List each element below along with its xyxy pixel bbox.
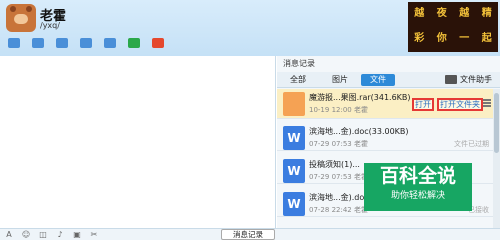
word-file-icon: W bbox=[283, 192, 305, 216]
scrollbar[interactable] bbox=[493, 89, 500, 228]
file-meta: 07-28 22:42 老霍 bbox=[309, 206, 368, 214]
microphone-icon bbox=[8, 38, 20, 48]
open-folder-button[interactable]: 打开文件夹 bbox=[437, 98, 483, 111]
banner-char: 彩 bbox=[414, 33, 425, 44]
file-helper-button[interactable]: 文件助手 bbox=[445, 74, 492, 85]
add-app-button[interactable] bbox=[124, 35, 144, 51]
panel-title: 消息记录 bbox=[283, 59, 315, 68]
file-list-item[interactable]: W 滨海地...金).doc(33.00KB) 07-29 07:53 老霍 文件已过… bbox=[277, 123, 493, 151]
tab-files[interactable]: 文件 bbox=[361, 74, 395, 86]
open-file-button[interactable]: 打开 bbox=[412, 98, 434, 111]
top-toolbar bbox=[4, 34, 168, 52]
file-status: 文件已过期 bbox=[454, 140, 489, 148]
banner-ad[interactable]: 越夜越精彩你一起 bbox=[408, 2, 498, 52]
add-app-icon bbox=[128, 38, 140, 48]
file-name: 投稿须知(1)... bbox=[309, 160, 360, 169]
apps-grid-button[interactable] bbox=[148, 35, 168, 51]
scrollbar-thumb[interactable] bbox=[494, 93, 499, 153]
archive-file-icon bbox=[283, 92, 305, 116]
scissors-icon[interactable]: ✂ bbox=[88, 230, 100, 240]
window-header: 老霍 /yxq/ 越夜越精彩你一起 bbox=[0, 0, 500, 56]
avatar[interactable] bbox=[6, 4, 36, 32]
file-meta: 07-29 07:53 老霍 bbox=[309, 173, 368, 181]
banner-char: 越 bbox=[459, 8, 470, 19]
banner-char: 起 bbox=[481, 33, 492, 44]
file-meta: 10-19 12:00 老霍 bbox=[309, 106, 368, 114]
file-name: 魔游报...果图.rar(341.6KB) bbox=[309, 93, 411, 102]
banner-char: 一 bbox=[459, 33, 470, 44]
folder-icon bbox=[80, 38, 92, 48]
folder-button[interactable] bbox=[76, 35, 96, 51]
file-meta: 07-29 07:53 老霍 bbox=[309, 140, 368, 148]
tab-all[interactable]: 全部 bbox=[287, 74, 309, 86]
word-file-icon: W bbox=[283, 126, 305, 150]
video-icon bbox=[32, 38, 44, 48]
tab-images[interactable]: 图片 bbox=[329, 74, 351, 86]
file-name: 滨海地...金).doc(33.00KB) bbox=[309, 127, 409, 136]
banner-char: 越 bbox=[414, 8, 425, 19]
file-helper-label: 文件助手 bbox=[460, 75, 492, 84]
file-list-item[interactable]: 魔游报...果图.rar(341.6KB) 10-19 12:00 老霍 打开 打开文… bbox=[277, 89, 493, 119]
banner-char: 精 bbox=[481, 8, 492, 19]
image-icon[interactable]: ▣ bbox=[71, 230, 83, 240]
font-icon[interactable]: A bbox=[3, 230, 15, 240]
avatar-face bbox=[14, 14, 28, 24]
history-tabs: 全部 图片 文件 文件助手 bbox=[277, 72, 500, 88]
folder-icon bbox=[445, 75, 457, 84]
banner-char: 夜 bbox=[436, 8, 447, 19]
screen-share-icon bbox=[104, 38, 116, 48]
banner-char: 你 bbox=[436, 33, 447, 44]
microphone-icon[interactable]: ♪ bbox=[54, 230, 66, 240]
microphone-button[interactable] bbox=[4, 35, 24, 51]
vibrate-icon[interactable]: ◫ bbox=[37, 230, 49, 240]
watermark-logo: 百科全说 助你轻松解决 bbox=[364, 163, 472, 211]
word-file-icon: W bbox=[283, 159, 305, 183]
watermark-subtitle: 助你轻松解决 bbox=[390, 191, 445, 201]
image-icon bbox=[56, 38, 68, 48]
video-button[interactable] bbox=[28, 35, 48, 51]
screen-share-button[interactable] bbox=[100, 35, 120, 51]
watermark-title: 百科全说 bbox=[379, 165, 456, 187]
message-history-button[interactable]: 消息记录 bbox=[221, 229, 275, 240]
menu-icon[interactable] bbox=[483, 99, 491, 107]
chat-message-area[interactable] bbox=[0, 56, 276, 228]
input-toolbar: A ☺ ◫ ♪ ▣ ✂ 消息记录 bbox=[0, 228, 500, 240]
apps-grid-icon bbox=[152, 38, 164, 48]
contact-signature: /yxq/ bbox=[40, 21, 60, 30]
image-button[interactable] bbox=[52, 35, 72, 51]
emoji-icon[interactable]: ☺ bbox=[20, 230, 32, 240]
